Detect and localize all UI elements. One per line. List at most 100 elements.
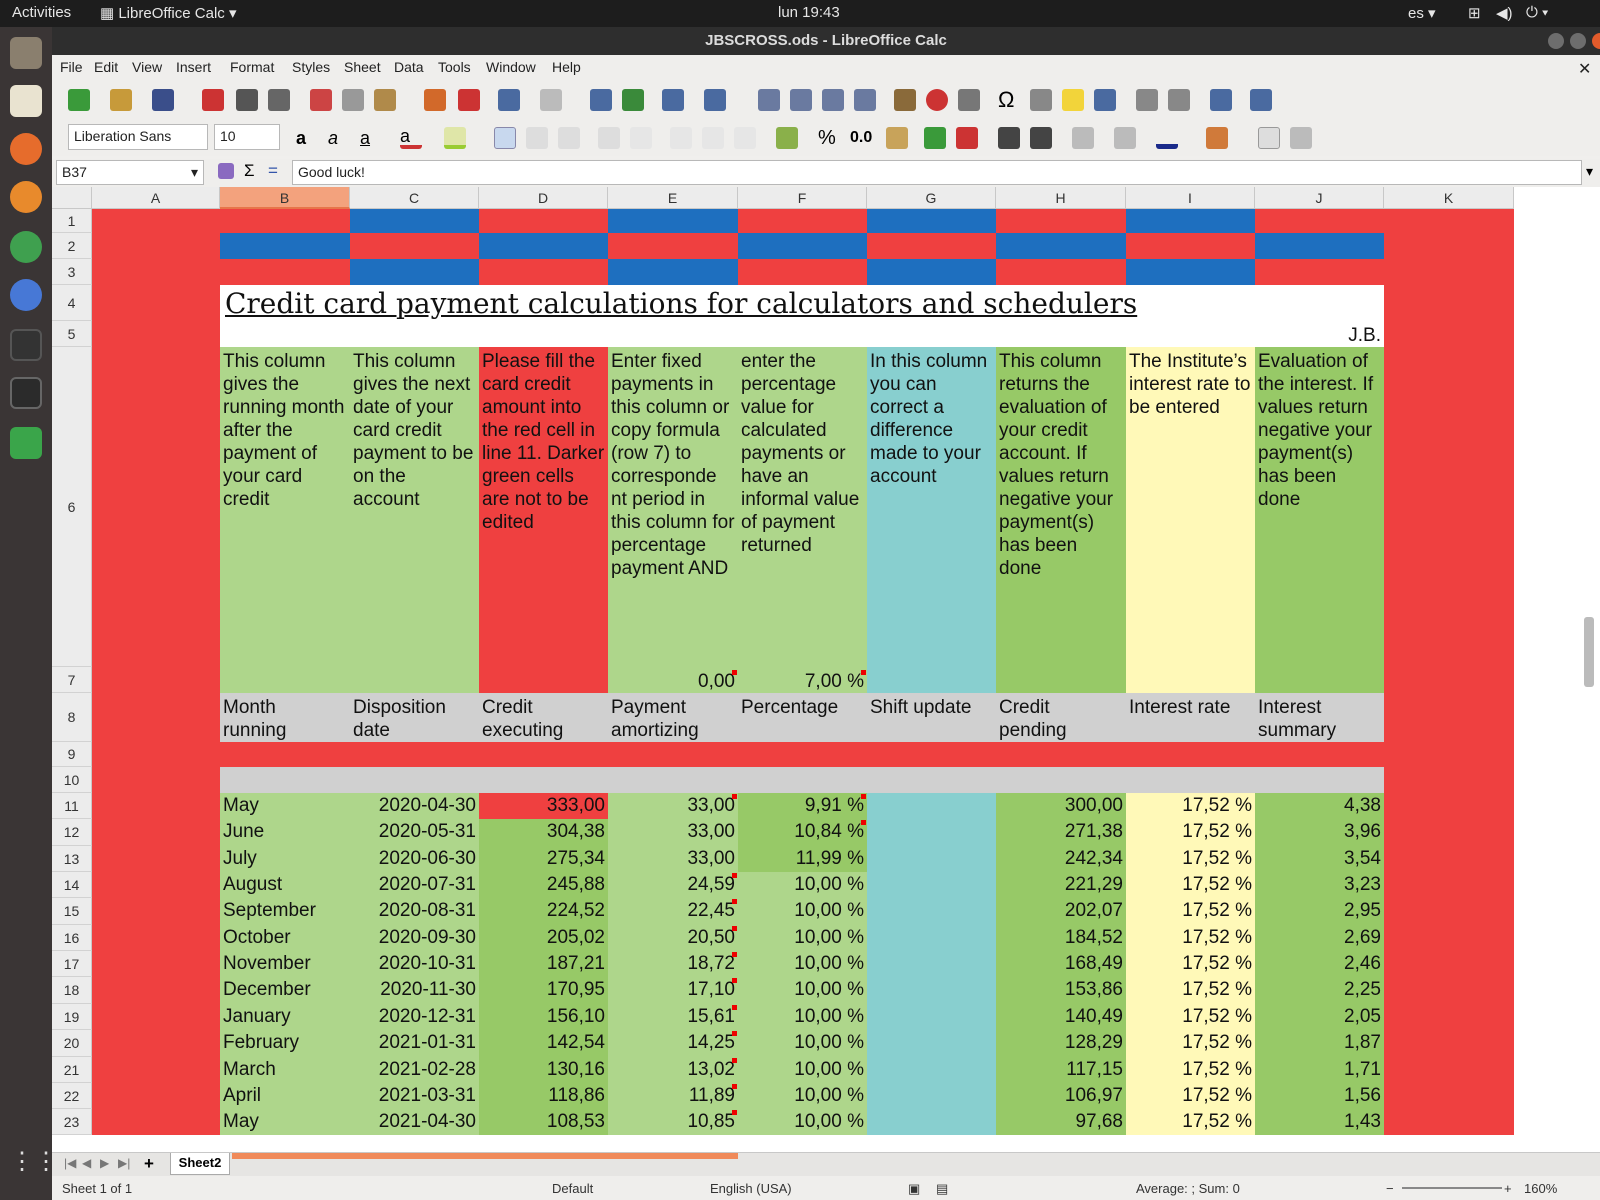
column-header-a[interactable]: A (92, 187, 220, 209)
network-icon[interactable]: ⊞ (1468, 4, 1481, 22)
column-header-label[interactable]: Credit executing (479, 695, 608, 742)
undo-icon[interactable] (498, 89, 520, 111)
data-cell[interactable]: 2020-04-30 (350, 793, 479, 819)
column-header-label[interactable]: Shift update (867, 695, 996, 742)
data-cell[interactable]: 271,38 (996, 819, 1126, 846)
data-cell[interactable]: 2,95 (1255, 898, 1384, 925)
chromium-icon[interactable] (10, 279, 42, 311)
menu-sheet[interactable]: Sheet (344, 59, 381, 75)
data-cell[interactable]: 140,49 (996, 1004, 1126, 1030)
conditional-format-icon[interactable] (1206, 127, 1228, 149)
row-header-6[interactable]: 6 (52, 347, 92, 667)
activities-button[interactable]: Activities (12, 4, 71, 21)
data-cell[interactable]: March (220, 1057, 350, 1083)
close-button[interactable] (1592, 33, 1600, 49)
data-cell[interactable]: 333,00 (479, 793, 608, 819)
row-header-16[interactable]: 16 (52, 925, 92, 951)
column-description[interactable]: This column gives the running month afte… (220, 349, 350, 667)
data-cell[interactable] (867, 793, 996, 819)
add-decimal-icon[interactable] (924, 127, 946, 149)
data-cell[interactable]: 10,00 % (738, 1030, 867, 1057)
menu-file[interactable]: File (60, 59, 83, 75)
data-cell[interactable]: 2021-02-28 (350, 1057, 479, 1083)
data-cell[interactable]: 17,52 % (1126, 872, 1255, 898)
spelling-icon[interactable] (622, 89, 644, 111)
data-cell[interactable]: 130,16 (479, 1057, 608, 1083)
align-right-icon[interactable] (558, 127, 580, 149)
data-cell[interactable]: 10,00 % (738, 1109, 867, 1135)
pivot-table-icon[interactable] (958, 89, 980, 111)
data-cell[interactable]: 97,68 (996, 1109, 1126, 1135)
row-header-11[interactable]: 11 (52, 793, 92, 819)
minimize-button[interactable] (1548, 33, 1564, 49)
system-monitor-icon[interactable] (10, 329, 42, 361)
find-replace-icon[interactable] (590, 89, 612, 111)
show-changes-icon[interactable] (1290, 127, 1312, 149)
data-cell[interactable]: 10,00 % (738, 977, 867, 1004)
print-icon[interactable] (236, 89, 258, 111)
redo-icon[interactable] (540, 89, 562, 111)
data-cell[interactable]: 118,86 (479, 1083, 608, 1109)
percent-icon[interactable]: % (818, 127, 840, 149)
sort-icon[interactable] (758, 89, 780, 111)
spreadsheet-grid[interactable]: A B C D E F G H I J K 1 2 3 4 5 6 7 8 9 10 11 12 13 14 15 16 17 18 19… (52, 187, 1600, 1152)
show-draw-functions-icon[interactable] (1250, 89, 1272, 111)
row-header-18[interactable]: 18 (52, 977, 92, 1004)
data-cell[interactable]: 33,00 (608, 819, 738, 846)
row7-payment-formula[interactable]: 0,00 (608, 669, 738, 693)
print-preview-icon[interactable] (268, 89, 290, 111)
column-header-j[interactable]: J (1255, 187, 1384, 209)
clone-formatting-icon[interactable] (424, 89, 446, 111)
data-cell[interactable]: 1,87 (1255, 1030, 1384, 1057)
data-cell[interactable]: February (220, 1030, 350, 1057)
column-header-label[interactable]: Disposition date (350, 695, 479, 742)
increase-indent-icon[interactable] (998, 127, 1020, 149)
data-cell[interactable]: 10,00 % (738, 1083, 867, 1109)
menu-help[interactable]: Help (552, 59, 581, 75)
zoom-in-icon[interactable]: + (1504, 1181, 1512, 1196)
data-cell[interactable]: 17,52 % (1126, 1030, 1255, 1057)
row-header-2[interactable]: 2 (52, 233, 92, 259)
font-name-box[interactable]: Liberation Sans (68, 124, 208, 150)
column-description[interactable]: Enter fixed payments in this column or c… (608, 349, 738, 667)
data-cell[interactable]: 2,05 (1255, 1004, 1384, 1030)
column-description[interactable]: This column returns the evaluation of yo… (996, 349, 1126, 667)
row-header-19[interactable]: 19 (52, 1004, 92, 1030)
first-sheet-icon[interactable]: |◀ (64, 1156, 76, 1170)
data-cell[interactable]: 205,02 (479, 925, 608, 951)
data-cell[interactable]: January (220, 1004, 350, 1030)
align-bottom-icon[interactable] (734, 127, 756, 149)
data-cell[interactable]: 17,52 % (1126, 925, 1255, 951)
data-cell[interactable]: 2021-04-30 (350, 1109, 479, 1135)
data-cell[interactable]: 2020-05-31 (350, 819, 479, 846)
column-header-label[interactable]: Interest summary (1255, 695, 1384, 742)
data-cell[interactable]: 17,52 % (1126, 898, 1255, 925)
sheet-title[interactable]: Credit card payment calculations for cal… (222, 287, 1222, 321)
data-cell[interactable]: 2020-06-30 (350, 846, 479, 872)
insert-chart-icon[interactable] (926, 89, 948, 111)
clear-formatting-icon[interactable] (458, 89, 480, 111)
column-icon[interactable] (704, 89, 726, 111)
headers-footers-icon[interactable] (1094, 89, 1116, 111)
data-cell[interactable]: August (220, 872, 350, 898)
data-cell[interactable]: November (220, 951, 350, 977)
data-cell[interactable]: 2021-01-31 (350, 1030, 479, 1057)
data-cell[interactable]: 170,95 (479, 977, 608, 1004)
select-all-corner[interactable] (52, 187, 92, 209)
new-icon[interactable] (68, 89, 90, 111)
data-cell[interactable] (867, 1030, 996, 1057)
column-description[interactable]: enter the percentage value for calculate… (738, 349, 867, 667)
data-cell[interactable]: 221,29 (996, 872, 1126, 898)
data-cell[interactable]: 245,88 (479, 872, 608, 898)
column-header-label[interactable]: Credit pending (996, 695, 1126, 742)
data-cell[interactable]: 11,89 (608, 1083, 738, 1109)
zoom-out-icon[interactable]: − (1386, 1181, 1394, 1196)
row-header-13[interactable]: 13 (52, 846, 92, 872)
row7-percentage[interactable]: 7,00 % (738, 669, 867, 693)
data-cell[interactable]: 1,71 (1255, 1057, 1384, 1083)
sort-ascending-icon[interactable] (790, 89, 812, 111)
data-cell[interactable]: 2020-11-30 (350, 977, 479, 1004)
text-editor-icon[interactable] (10, 85, 42, 117)
data-cell[interactable]: 20,50 (608, 925, 738, 951)
data-cell[interactable]: 1,56 (1255, 1083, 1384, 1109)
